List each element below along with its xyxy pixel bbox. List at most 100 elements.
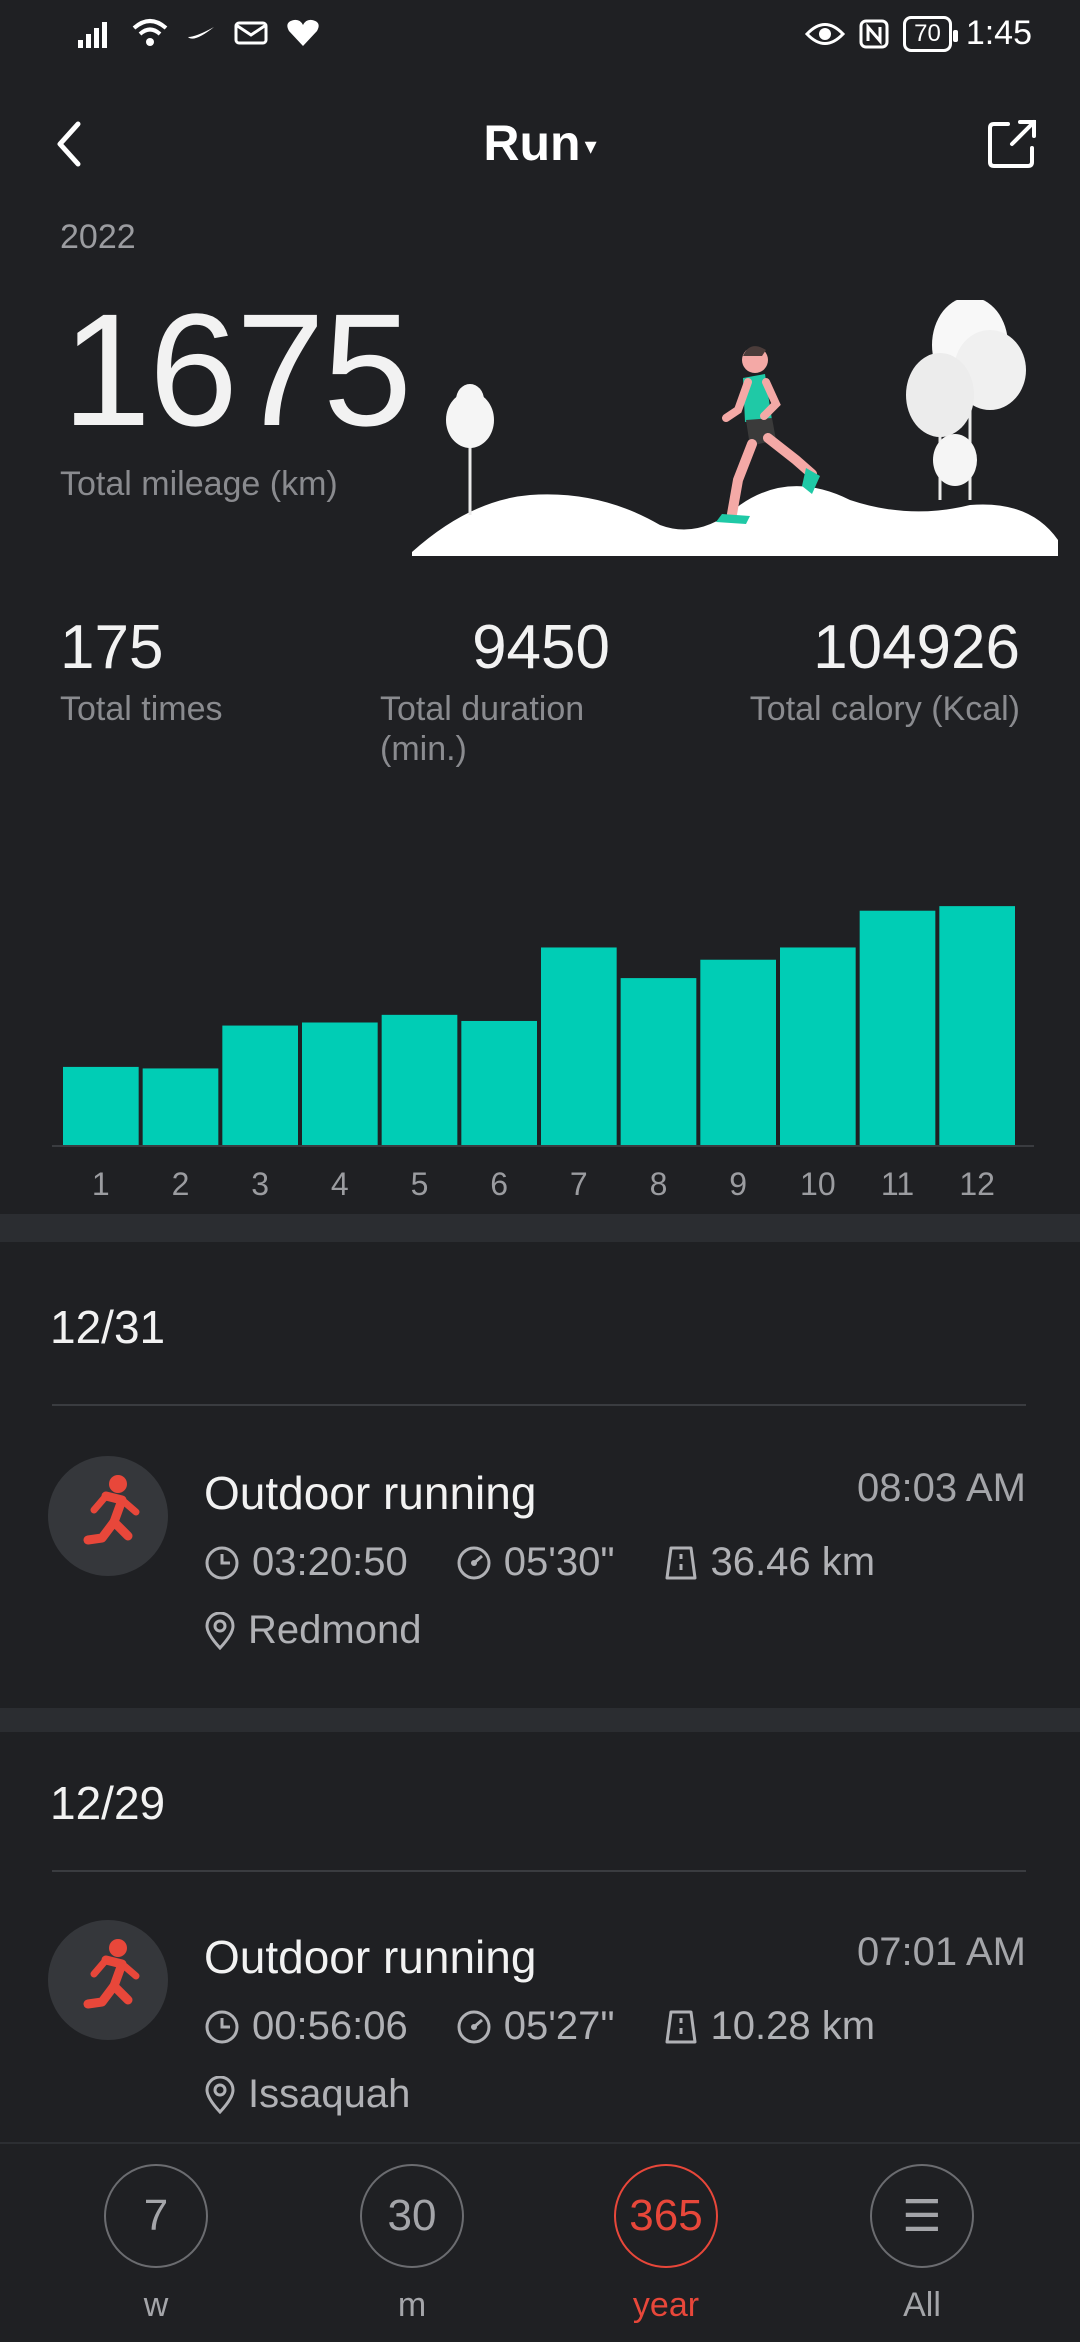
x-tick-label: 6	[490, 1166, 508, 1202]
nav-label: w	[143, 2286, 169, 2324]
activity-time: 07:01 AM	[856, 1930, 1026, 1974]
signal-icon	[78, 22, 107, 48]
nav-label: All	[903, 2286, 941, 2324]
stat-label: Total duration (min.)	[380, 690, 585, 768]
activity-title: Outdoor running	[204, 1931, 537, 1983]
x-tick-label: 9	[729, 1166, 747, 1202]
x-tick-label: 10	[800, 1166, 836, 1202]
activity-location: Redmond	[204, 1608, 421, 1653]
stat-label: Total times	[60, 690, 223, 728]
running-avatar	[48, 1456, 168, 1576]
activity-metrics: 00:56:06 05'27" 10.28 km	[204, 2004, 923, 2049]
share-icon[interactable]	[982, 114, 1042, 174]
x-tick-label: 7	[570, 1166, 588, 1202]
distance-value: 36.46 km	[710, 1540, 876, 1584]
nav-all[interactable]: ☰ All	[822, 2164, 1022, 2325]
pace-value: 05'30"	[503, 1540, 615, 1584]
page-title: Run	[483, 115, 581, 171]
eye-icon	[805, 22, 846, 45]
status-time: 1:45	[965, 14, 1032, 52]
bar-month-9[interactable]	[700, 959, 776, 1145]
stat-total-duration: 9450 Total duration (min.)	[380, 612, 610, 769]
nav-label: m	[397, 2286, 427, 2324]
sport-type-selector[interactable]: Run ▾	[0, 114, 1080, 172]
activity-time: 08:03 AM	[856, 1466, 1026, 1510]
battery-indicator: 70	[903, 15, 958, 52]
bar-month-3[interactable]	[222, 1025, 298, 1145]
nav-year-icon: 365	[614, 2164, 718, 2268]
section-divider	[0, 1708, 1080, 1732]
x-tick-label: 3	[251, 1166, 269, 1202]
location-value: Issaquah	[248, 2072, 411, 2116]
activity-entry[interactable]: Outdoor running 08:03 AM 03:20:50 05'30"…	[0, 1456, 1080, 1676]
bar-month-5[interactable]	[381, 1014, 458, 1145]
bar-month-8[interactable]	[620, 978, 697, 1145]
status-bar: 70 1:45	[0, 0, 1080, 80]
road-icon	[665, 1546, 697, 1579]
running-icon	[83, 1475, 140, 1545]
x-tick-label: 8	[650, 1166, 668, 1202]
stat-total-calory: 104926 Total calory (Kcal)	[750, 612, 1020, 729]
distance-metric: 10.28 km	[663, 2004, 876, 2049]
header: Run ▾	[0, 100, 1080, 190]
bar-month-6[interactable]	[461, 1020, 537, 1145]
health-icon	[287, 19, 319, 46]
nav-year[interactable]: 365 year	[566, 2164, 766, 2325]
activity-title: Outdoor running	[204, 1467, 537, 1519]
x-tick-label: 1	[92, 1166, 110, 1202]
x-tick-label: 2	[172, 1166, 190, 1202]
nav-label: year	[632, 2286, 700, 2324]
total-mileage-label: Total mileage (km)	[60, 465, 338, 503]
wifi-icon	[132, 19, 168, 46]
nav-week-icon: 7	[104, 2164, 208, 2268]
swoosh-icon	[188, 27, 214, 39]
location-pin-icon	[205, 2075, 235, 2114]
divider	[52, 1404, 1026, 1406]
pace-metric: 05'30"	[456, 1540, 615, 1585]
runner-illustration	[412, 300, 1058, 556]
speedometer-icon	[457, 1546, 491, 1579]
clock-icon	[205, 2010, 239, 2043]
bar-month-1[interactable]	[63, 1066, 139, 1145]
duration-value: 03:20:50	[252, 1540, 408, 1584]
duration-value: 00:56:06	[252, 2004, 408, 2048]
clock-icon	[205, 1546, 239, 1579]
stat-label: Total calory (Kcal)	[749, 690, 1020, 728]
stat-value: 9450	[472, 613, 610, 682]
bar-month-12[interactable]	[939, 906, 1015, 1145]
nav-month-icon: 30	[360, 2164, 464, 2268]
bar-month-10[interactable]	[780, 947, 856, 1145]
status-icons-right: 70 1:45	[805, 14, 1032, 53]
bar-month-11[interactable]	[859, 910, 936, 1145]
location-value: Redmond	[248, 1608, 422, 1652]
section-divider	[0, 1214, 1080, 1242]
activity-date: 12/29	[50, 1777, 166, 1829]
speedometer-icon	[457, 2010, 491, 2043]
bar-month-2[interactable]	[142, 1068, 219, 1145]
x-tick-label: 4	[331, 1166, 349, 1202]
running-avatar	[48, 1920, 168, 2040]
duration-metric: 03:20:50	[204, 1540, 408, 1585]
pace-value: 05'27"	[503, 2004, 615, 2048]
nav-week[interactable]: 7 w	[56, 2164, 256, 2325]
status-icons-left	[78, 18, 320, 48]
stat-total-times: 175 Total times	[60, 612, 223, 729]
divider	[52, 1870, 1026, 1872]
year-label: 2022	[60, 218, 136, 256]
road-icon	[665, 2010, 697, 2043]
bottom-nav: 7 w 30 m 365 year ☰ All	[0, 2142, 1080, 2342]
distance-value: 10.28 km	[710, 2004, 876, 2048]
running-icon	[83, 1939, 140, 2009]
activity-location: Issaquah	[204, 2072, 410, 2117]
location-pin-icon	[205, 1611, 235, 1650]
activity-entry[interactable]: Outdoor running 07:01 AM 00:56:06 05'27"…	[0, 1920, 1080, 2140]
message-icon	[234, 21, 268, 45]
menu-icon: ☰	[870, 2164, 974, 2268]
nav-month[interactable]: 30 m	[312, 2164, 512, 2325]
bar-month-4[interactable]	[302, 1022, 378, 1146]
bar-month-7[interactable]	[541, 947, 617, 1145]
total-mileage-value: 1675	[62, 280, 412, 459]
activity-metrics: 03:20:50 05'30" 36.46 km	[204, 1540, 923, 1585]
chevron-down-icon: ▾	[584, 133, 597, 161]
x-tick-label: 12	[959, 1166, 995, 1202]
